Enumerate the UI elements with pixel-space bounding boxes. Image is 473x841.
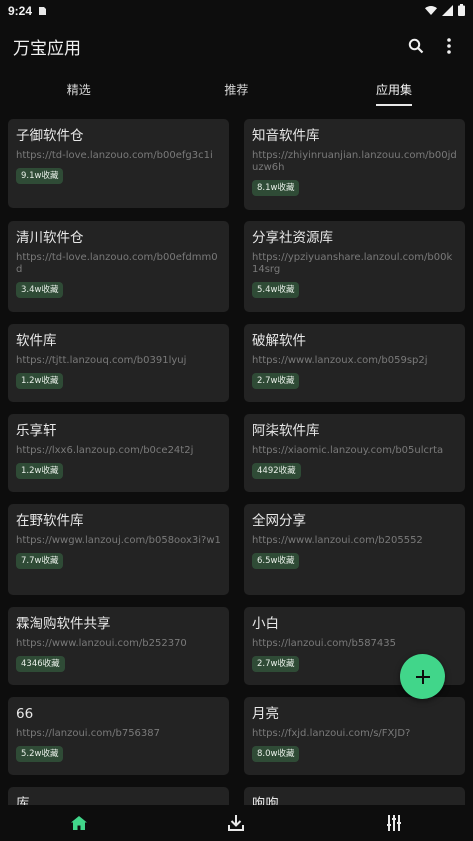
- app-title: 万宝应用: [13, 39, 81, 59]
- favorites-badge: 6.5w收藏: [252, 553, 300, 569]
- card-title: 小白: [252, 616, 279, 632]
- favorites-badge: 3.4w收藏: [16, 282, 64, 298]
- tab-recommended[interactable]: 推荐: [158, 70, 316, 108]
- card-url: https://www.lanzoux.com/b059sp2j: [252, 355, 428, 366]
- bottom-navigation: [0, 805, 473, 841]
- search-button[interactable]: [402, 32, 430, 60]
- card-title: 月亮: [252, 706, 279, 722]
- wifi-icon: [425, 5, 437, 15]
- favorites-badge: 5.4w收藏: [252, 282, 300, 298]
- card-title: 乐享轩: [16, 423, 57, 439]
- collection-card[interactable]: 66 https://lanzoui.com/b756387 5.2w收藏: [8, 697, 229, 775]
- card-url: https://fxjd.lanzoui.com/s/FXJD?: [252, 728, 411, 739]
- favorites-badge: 1.2w收藏: [16, 373, 64, 389]
- card-title: 咆咆: [252, 796, 279, 805]
- card-title: 66: [16, 706, 34, 722]
- favorites-badge: 5.2w收藏: [16, 746, 64, 762]
- sd-card-icon: [39, 7, 47, 15]
- card-title: 破解软件: [252, 333, 306, 349]
- collection-card[interactable]: 阿柒软件库 https://xiaomic.lanzouy.com/b05ulc…: [244, 414, 465, 492]
- collection-card[interactable]: 清川软件仓 https://td-love.lanzouo.com/b00efd…: [8, 221, 229, 312]
- collection-card[interactable]: 在野软件库 https://wwgw.lanzouj.com/b058oox3i…: [8, 504, 229, 595]
- card-url: https://wwgw.lanzouj.com/b058oox3i?w1: [16, 535, 221, 546]
- collection-card[interactable]: 咆咆: [244, 787, 465, 805]
- card-url: https://www.lanzoui.com/b252370: [16, 638, 187, 649]
- battery-icon: [458, 4, 465, 16]
- card-title: 清川软件仓: [16, 230, 84, 246]
- card-url: https://lxx6.lanzoup.com/b0ce24t2j: [16, 445, 194, 456]
- collection-card[interactable]: 子御软件仓 https://td-love.lanzouo.com/b00efg…: [8, 119, 229, 208]
- home-icon: [70, 816, 87, 830]
- card-title: 阿柒软件库: [252, 423, 320, 439]
- collection-list[interactable]: 子御软件仓 https://td-love.lanzouo.com/b00efg…: [0, 108, 473, 805]
- card-url: https://xiaomic.lanzouy.com/b05ulcrta: [252, 445, 444, 456]
- tab-label: 推荐: [224, 82, 249, 97]
- card-title: 在野软件库: [16, 513, 84, 529]
- collection-card[interactable]: 霖淘购软件共享 https://www.lanzoui.com/b252370 …: [8, 607, 229, 685]
- collection-card[interactable]: 软件库 https://tjtt.lanzouq.com/b0391lyuj 1…: [8, 324, 229, 402]
- favorites-badge: 9.1w收藏: [16, 168, 64, 184]
- favorites-badge: 7.7w收藏: [16, 553, 64, 569]
- favorites-badge: 2.7w收藏: [252, 656, 300, 672]
- tab-app-collections[interactable]: 应用集: [315, 70, 473, 108]
- nav-settings[interactable]: [315, 805, 473, 841]
- card-title: 分享社资源库: [252, 230, 333, 246]
- card-title: 子御软件仓: [16, 128, 84, 144]
- favorites-badge: 4492收藏: [252, 463, 301, 479]
- nav-home[interactable]: [0, 805, 158, 841]
- settings-sliders-icon: [386, 815, 401, 831]
- plus-icon: [415, 669, 430, 684]
- card-title: 库: [16, 796, 30, 805]
- tab-featured[interactable]: 精选: [0, 70, 158, 108]
- favorites-badge: 2.7w收藏: [252, 373, 300, 389]
- collection-card[interactable]: 破解软件 https://www.lanzoux.com/b059sp2j 2.…: [244, 324, 465, 402]
- tab-label: 应用集: [375, 82, 412, 97]
- collection-card[interactable]: 乐享轩 https://lxx6.lanzoup.com/b0ce24t2j 1…: [8, 414, 229, 492]
- collection-card[interactable]: 全网分享 https://www.lanzoui.com/b205552 6.5…: [244, 504, 465, 595]
- card-title: 知音软件库: [252, 128, 320, 144]
- favorites-badge: 4346收藏: [16, 656, 65, 672]
- card-url: https://www.lanzoui.com/b205552: [252, 535, 423, 546]
- favorites-badge: 8.0w收藏: [252, 746, 300, 762]
- card-url: https://lanzoui.com/b587435: [252, 638, 396, 649]
- collection-card[interactable]: 分享社资源库 https://ypziyuanshare.lanzoul.com…: [244, 221, 465, 312]
- add-collection-button[interactable]: [400, 654, 445, 699]
- status-bar: 9:24: [0, 0, 473, 22]
- favorites-badge: 1.2w收藏: [16, 463, 64, 479]
- app-bar: 万宝应用: [0, 22, 473, 70]
- card-url: https://tjtt.lanzouq.com/b0391lyuj: [16, 355, 187, 366]
- card-url: https://td-love.lanzouo.com/b00efdmm0d: [16, 252, 218, 275]
- card-title: 软件库: [16, 333, 57, 349]
- collection-card[interactable]: 知音软件库 https://zhiyinruanjian.lanzouu.com…: [244, 119, 465, 210]
- status-icons: [425, 4, 465, 16]
- card-url: https://ypziyuanshare.lanzoul.com/b00k14…: [252, 252, 453, 275]
- more-vert-icon: [447, 38, 451, 54]
- card-url: https://zhiyinruanjian.lanzouu.com/b00jd…: [252, 150, 457, 173]
- card-url: https://lanzoui.com/b756387: [16, 728, 160, 739]
- card-title: 全网分享: [252, 513, 306, 529]
- tab-bar: 精选 推荐 应用集: [0, 70, 473, 108]
- card-url: https://td-love.lanzouo.com/b00efg3c1i: [16, 150, 213, 161]
- tab-label: 精选: [66, 82, 91, 97]
- status-time: 9:24: [8, 4, 33, 18]
- signal-icon: [442, 4, 453, 16]
- collection-card[interactable]: 月亮 https://fxjd.lanzoui.com/s/FXJD? 8.0w…: [244, 697, 465, 775]
- download-icon: [228, 815, 245, 831]
- favorites-badge: 8.1w收藏: [252, 180, 300, 196]
- search-icon: [408, 38, 424, 54]
- card-title: 霖淘购软件共享: [16, 616, 111, 632]
- tab-indicator: [375, 104, 412, 106]
- collection-card[interactable]: 库: [8, 787, 229, 805]
- more-options-button[interactable]: [435, 32, 463, 60]
- nav-downloads[interactable]: [158, 805, 316, 841]
